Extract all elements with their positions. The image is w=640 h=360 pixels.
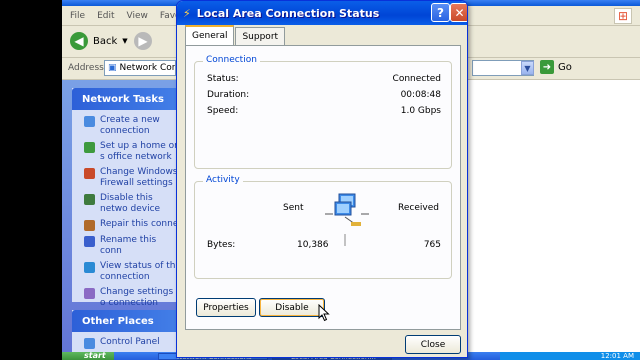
mouse-cursor-icon xyxy=(318,304,330,322)
bytes-label: Bytes: xyxy=(207,240,236,250)
settings-icon xyxy=(84,288,95,299)
address-dropdown-icon[interactable]: ▼ xyxy=(521,61,534,75)
duration-label: Duration: xyxy=(207,90,250,100)
task-link-label: Set up a home or s office network xyxy=(100,141,178,162)
back-label: Back xyxy=(93,35,118,47)
disable-icon xyxy=(84,194,95,205)
back-button[interactable]: ◀ Back ▼ xyxy=(70,32,128,50)
other-places-header[interactable]: Other Places xyxy=(72,310,184,332)
control-panel-icon xyxy=(84,338,95,349)
windows-logo-icon: ⊞ xyxy=(614,8,632,24)
task-link[interactable]: Change settings o connection xyxy=(72,285,184,311)
chevron-down-icon[interactable]: ▼ xyxy=(122,37,127,45)
task-link[interactable]: Rename this conn xyxy=(72,233,184,259)
network-connection-icon: ⚡ xyxy=(183,6,191,20)
task-link[interactable]: Disable this netwo device xyxy=(72,191,184,217)
address-value: Network Conn xyxy=(119,63,175,73)
task-link[interactable]: Repair this conne xyxy=(72,217,184,233)
home-network-icon xyxy=(84,142,95,153)
network-tasks-panel: Network Tasks Create a new connection Set… xyxy=(72,88,184,308)
go-arrow-icon: ➜ xyxy=(540,60,554,74)
task-pane: Network Tasks Create a new connection Set… xyxy=(62,80,184,352)
menu-edit[interactable]: Edit xyxy=(97,11,114,21)
bytes-received-value: 765 xyxy=(423,240,441,250)
task-link-label: Change Windows Firewall settings xyxy=(100,167,178,188)
new-connection-icon xyxy=(84,116,95,127)
rename-icon xyxy=(84,236,95,247)
bytes-row: Bytes: 10,386 765 xyxy=(207,240,441,250)
network-tasks-header[interactable]: Network Tasks xyxy=(72,88,184,110)
task-link[interactable]: Change Windows Firewall settings xyxy=(72,165,184,191)
go-label: Go xyxy=(558,61,572,73)
duration-row: Duration: 00:08:48 xyxy=(207,90,441,100)
menu-file[interactable]: File xyxy=(70,11,85,21)
activity-group: Activity Sent Received Bytes: 10,386 765 xyxy=(194,175,452,279)
general-tab-panel: Connection Status: Connected Duration: 0… xyxy=(185,45,461,330)
system-tray: 12:01 AM xyxy=(500,352,640,360)
bytes-sent-value: 10,386 xyxy=(297,240,329,250)
speed-label: Speed: xyxy=(207,106,239,116)
connection-group: Connection Status: Connected Duration: 0… xyxy=(194,55,452,169)
status-value: Connected xyxy=(392,74,441,84)
forward-arrow-icon: ▶ xyxy=(134,32,152,50)
disable-button[interactable]: Disable xyxy=(259,298,325,317)
connection-legend: Connection xyxy=(203,55,260,65)
task-link-label: Disable this netwo device xyxy=(100,193,161,214)
status-icon xyxy=(84,262,95,273)
clock: 12:01 AM xyxy=(600,352,634,360)
tab-support[interactable]: Support xyxy=(235,27,286,45)
status-row: Status: Connected xyxy=(207,74,441,84)
task-link[interactable]: View status of thi connection xyxy=(72,259,184,285)
task-link[interactable]: Control Panel xyxy=(72,335,184,351)
task-link-label: Create a new connection xyxy=(100,115,160,136)
address-label: Address xyxy=(68,63,104,73)
close-button[interactable]: Close xyxy=(405,335,461,354)
go-button[interactable]: ➜ Go xyxy=(540,60,572,74)
task-link-label: View status of thi connection xyxy=(100,261,179,282)
received-label: Received xyxy=(398,203,439,213)
start-button[interactable]: start xyxy=(62,352,114,360)
task-link-label: Rename this conn xyxy=(100,235,157,256)
dialog-tabs: General Support xyxy=(185,25,286,45)
task-link[interactable]: Create a new connection xyxy=(72,113,184,139)
address-input[interactable]: ▣ Network Conn xyxy=(104,60,176,76)
task-link-label: Repair this conne xyxy=(100,219,179,229)
activity-legend: Activity xyxy=(203,175,243,185)
help-button[interactable]: ? xyxy=(431,3,450,22)
speed-row: Speed: 1.0 Gbps xyxy=(207,106,441,116)
dialog-titlebar[interactable]: ⚡ Local Area Connection Status xyxy=(177,1,467,25)
close-icon[interactable]: ✕ xyxy=(450,3,467,22)
speed-value: 1.0 Gbps xyxy=(400,106,441,116)
task-link-label: Control Panel xyxy=(100,337,160,347)
properties-button[interactable]: Properties xyxy=(196,298,256,317)
task-link[interactable]: Set up a home or s office network xyxy=(72,139,184,165)
other-places-panel: Other Places Control Panel xyxy=(72,310,184,352)
dialog-title: Local Area Connection Status xyxy=(196,6,380,20)
duration-value: 00:08:48 xyxy=(400,90,441,100)
sent-label: Sent xyxy=(283,203,304,213)
network-folder-icon: ▣ xyxy=(108,63,117,73)
task-link-label: Change settings o connection xyxy=(100,287,174,308)
repair-icon xyxy=(84,220,95,231)
status-label: Status: xyxy=(207,74,239,84)
forward-button[interactable]: ▶ xyxy=(134,32,152,50)
menu-view[interactable]: View xyxy=(127,11,148,21)
tab-general[interactable]: General xyxy=(185,25,235,45)
firewall-icon xyxy=(84,168,95,179)
back-arrow-icon: ◀ xyxy=(70,32,88,50)
